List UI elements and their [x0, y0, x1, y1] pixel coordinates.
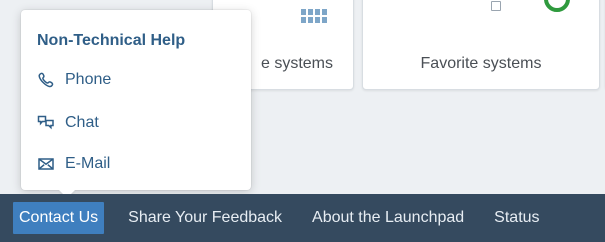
chat-label: Chat — [65, 114, 99, 131]
chat-option[interactable]: Chat — [37, 114, 99, 132]
about-launchpad-link[interactable]: About the Launchpad — [312, 210, 464, 226]
favorite-systems-label: Favorite systems — [420, 55, 542, 72]
popover-title: Non-Technical Help — [37, 32, 186, 49]
contact-help-popover: Non-Technical Help Phone Chat E-Mail — [21, 10, 251, 190]
contact-us-link[interactable]: Contact Us — [13, 202, 105, 234]
email-label: E-Mail — [65, 155, 111, 172]
phone-option[interactable]: Phone — [37, 71, 111, 89]
phone-icon — [38, 72, 54, 88]
chat-icon — [37, 115, 54, 130]
mail-icon — [38, 158, 54, 170]
share-feedback-link[interactable]: Share Your Feedback — [128, 210, 282, 226]
launchpad-footer: Contact Us Share Your Feedback About the… — [0, 194, 605, 242]
check-circle-icon — [544, 0, 570, 12]
email-option[interactable]: E-Mail — [37, 155, 110, 173]
launchpad-page: e systems Favorite systems Non-Technical… — [0, 0, 605, 242]
app-grid-icon — [301, 9, 327, 23]
document-icon — [491, 1, 501, 11]
favorite-systems-tile[interactable]: Favorite systems — [362, 0, 600, 90]
status-link[interactable]: Status — [494, 210, 539, 226]
phone-label: Phone — [65, 71, 112, 88]
